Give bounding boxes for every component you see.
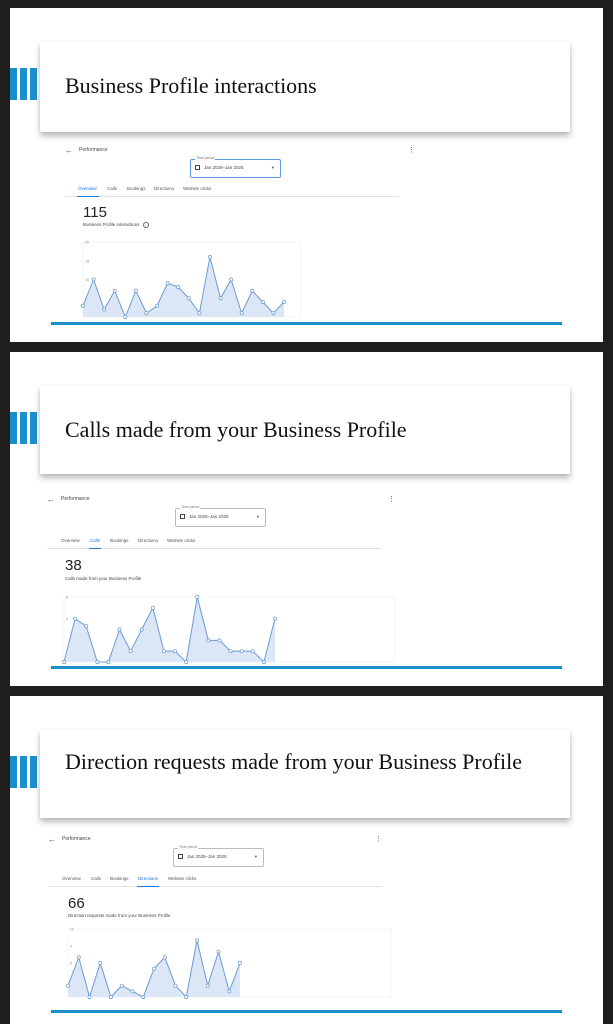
slide-title: Direction requests made from your Busine… — [65, 749, 523, 774]
data-point[interactable] — [106, 660, 111, 664]
data-point[interactable] — [76, 955, 81, 960]
data-point[interactable] — [238, 961, 242, 965]
data-point[interactable] — [228, 649, 233, 654]
data-point[interactable] — [176, 285, 181, 289]
data-point[interactable] — [173, 649, 178, 654]
y-tick-label: 20 — [85, 241, 89, 245]
data-point[interactable] — [165, 281, 170, 286]
title-card: Business Profile interactions — [40, 42, 570, 132]
area-fill — [83, 257, 284, 317]
y-tick-label: 12 — [70, 928, 74, 932]
data-point[interactable] — [282, 300, 286, 304]
data-point[interactable] — [150, 605, 155, 610]
data-point[interactable] — [123, 315, 128, 319]
slide-2: Calls made from your Business Profile ← … — [10, 352, 603, 686]
data-point[interactable] — [155, 303, 160, 308]
more-options-icon[interactable]: ⋮ — [408, 146, 415, 154]
data-point[interactable] — [102, 307, 107, 312]
data-point[interactable] — [62, 660, 66, 664]
data-point[interactable] — [81, 303, 85, 308]
data-point[interactable] — [133, 288, 138, 293]
data-point[interactable] — [250, 649, 255, 654]
data-point[interactable] — [229, 277, 234, 282]
data-point[interactable] — [216, 949, 221, 954]
data-point[interactable] — [84, 624, 89, 629]
slide-title: Calls made from your Business Profile — [65, 417, 407, 442]
data-point[interactable] — [205, 983, 210, 988]
data-point[interactable] — [73, 616, 78, 621]
slide-1: Business Profile interactions ← Performa… — [10, 8, 603, 342]
data-point[interactable] — [273, 616, 277, 621]
plot-area — [67, 928, 392, 998]
y-tick-label: 6 — [70, 962, 72, 966]
data-point[interactable] — [139, 627, 144, 632]
data-point[interactable] — [109, 995, 113, 999]
data-point[interactable] — [217, 638, 222, 643]
data-point[interactable] — [91, 277, 96, 282]
data-point[interactable] — [184, 995, 189, 999]
y-tick-label: 10 — [85, 278, 89, 282]
data-point[interactable] — [141, 995, 146, 999]
data-point[interactable] — [184, 660, 189, 664]
data-point[interactable] — [260, 300, 265, 304]
data-point[interactable] — [117, 627, 122, 632]
slide-title: Business Profile interactions — [65, 73, 317, 98]
data-point[interactable] — [227, 989, 232, 994]
bottom-rule — [51, 1010, 562, 1013]
bottom-rule — [51, 666, 562, 669]
performance-chart: 2015105 — [81, 241, 302, 319]
data-point[interactable] — [119, 983, 124, 988]
accent-bars — [10, 68, 37, 100]
y-tick-label: 15 — [85, 259, 89, 263]
data-point[interactable] — [271, 311, 276, 316]
data-point[interactable] — [195, 595, 200, 599]
data-point[interactable] — [98, 961, 103, 965]
data-point[interactable] — [239, 649, 244, 654]
y-tick-label: 4 — [66, 617, 68, 621]
data-point[interactable] — [95, 660, 100, 664]
data-point[interactable] — [128, 649, 133, 654]
data-point[interactable] — [144, 311, 149, 316]
data-point[interactable] — [250, 288, 255, 293]
data-point[interactable] — [130, 989, 135, 994]
data-point[interactable] — [112, 288, 117, 293]
data-point[interactable] — [161, 649, 166, 654]
title-card: Calls made from your Business Profile — [40, 386, 570, 474]
data-point[interactable] — [261, 660, 266, 664]
data-point[interactable] — [218, 296, 223, 301]
data-point[interactable] — [66, 983, 70, 988]
slide-3: Direction requests made from your Busine… — [10, 696, 603, 1024]
data-point[interactable] — [162, 955, 167, 960]
accent-bars — [10, 412, 37, 444]
data-point[interactable] — [197, 311, 202, 316]
data-point[interactable] — [186, 296, 191, 301]
data-point[interactable] — [173, 983, 178, 988]
accent-bars — [10, 756, 37, 788]
title-card: Direction requests made from your Busine… — [40, 730, 570, 818]
area-fill — [64, 597, 275, 662]
performance-chart: 64 — [62, 595, 396, 664]
data-point[interactable] — [239, 311, 244, 316]
data-point[interactable] — [87, 995, 92, 999]
y-tick-label: 9 — [70, 945, 72, 949]
data-point[interactable] — [195, 938, 199, 943]
performance-chart: 12963 — [66, 928, 392, 999]
bottom-rule — [51, 322, 562, 325]
data-point[interactable] — [207, 255, 212, 259]
y-tick-label: 6 — [66, 596, 68, 600]
data-point[interactable] — [152, 966, 156, 971]
data-point[interactable] — [206, 638, 211, 643]
